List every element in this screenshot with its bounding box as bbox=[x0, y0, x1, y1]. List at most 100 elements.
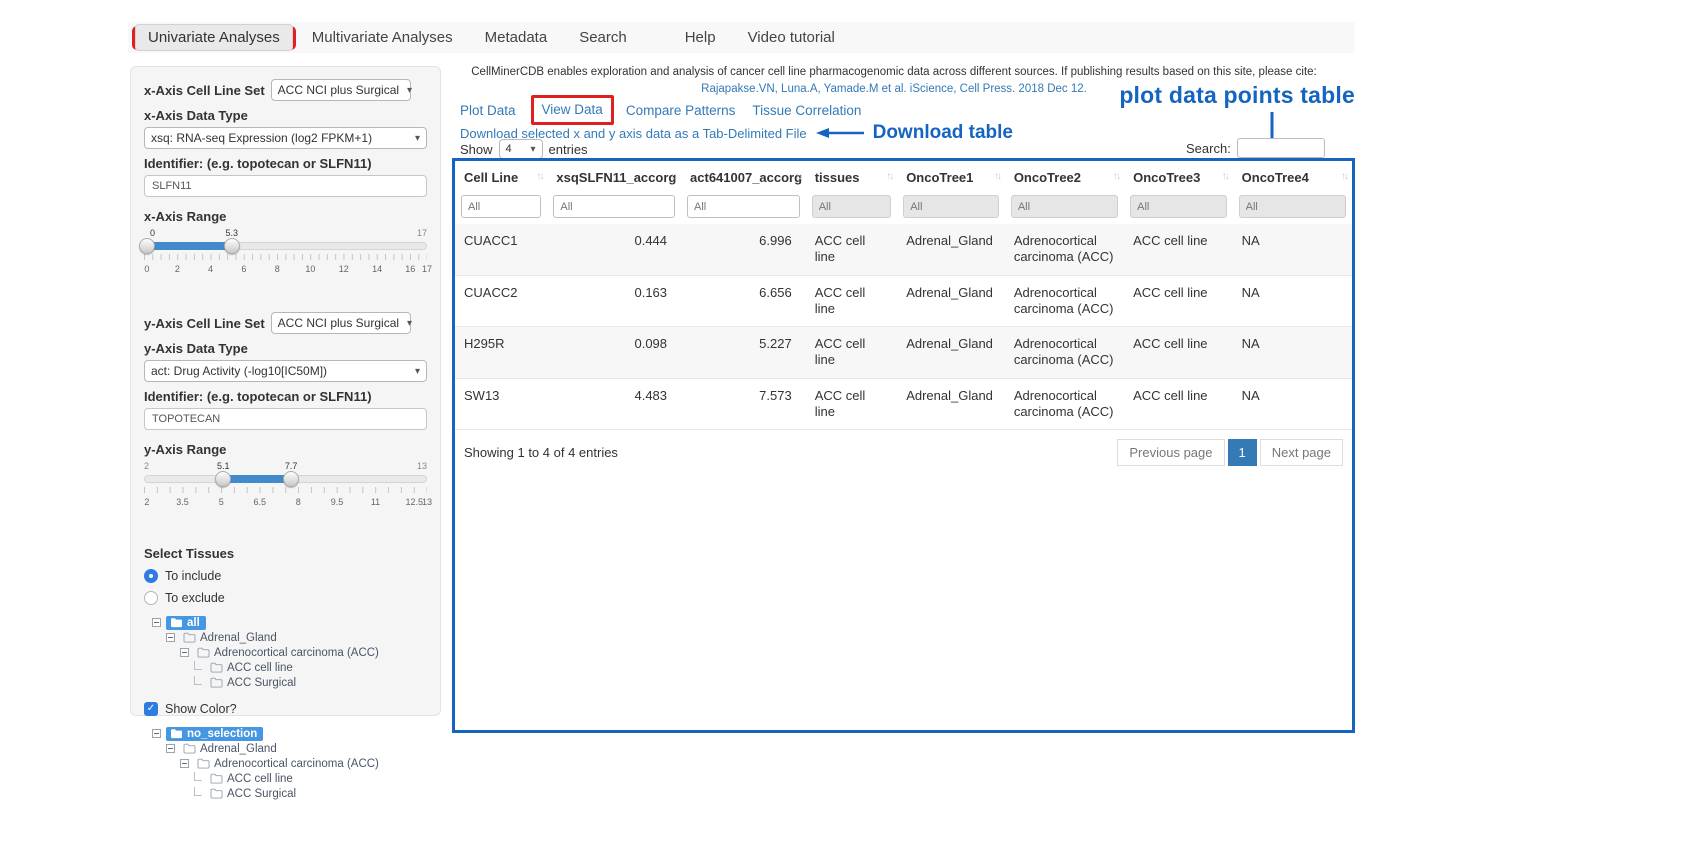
y-axis-range-slider: 2 5.1 7.7 13 2 3.5 5 6.5 8 9.5 11 12.5 1… bbox=[144, 461, 427, 513]
filter-input-act641007[interactable] bbox=[687, 195, 800, 218]
x-axis-range-slider: 0 5.3 17 0 2 4 6 8 10 12 14 16 17 bbox=[144, 228, 427, 280]
filter-input-oncotree2[interactable] bbox=[1011, 195, 1118, 218]
tab-compare-patterns[interactable]: Compare Patterns bbox=[626, 103, 736, 118]
tree-expander-icon[interactable] bbox=[180, 759, 189, 768]
filter-input-oncotree1[interactable] bbox=[903, 195, 999, 218]
tree-node-all[interactable]: all bbox=[166, 616, 206, 630]
column-header-oncotree2[interactable]: OncoTree2↑↓ bbox=[1005, 161, 1124, 192]
page-1-button[interactable]: 1 bbox=[1228, 439, 1257, 466]
folder-icon bbox=[170, 728, 183, 739]
tree-expander-icon[interactable] bbox=[152, 729, 161, 738]
nav-item-search[interactable]: Search bbox=[563, 29, 643, 46]
sort-icon[interactable]: ↑↓ bbox=[1341, 171, 1347, 182]
tree-node-acc-cell-line[interactable]: ACC cell line bbox=[207, 773, 296, 785]
nav-item-univariate-analyses[interactable]: Univariate Analyses bbox=[135, 24, 293, 51]
filter-input-xsqslfn11[interactable] bbox=[553, 195, 675, 218]
previous-page-button[interactable]: Previous page bbox=[1117, 439, 1224, 466]
tree-leaf-connector bbox=[194, 787, 202, 796]
y-range-to-value: 7.7 bbox=[283, 461, 300, 471]
tab-plot-data[interactable]: Plot Data bbox=[460, 103, 516, 118]
show-color-option[interactable]: ✓ Show Color? bbox=[144, 702, 427, 716]
filter-input-cell-line[interactable] bbox=[461, 195, 541, 218]
folder-icon bbox=[210, 677, 223, 688]
tree-node-acc-carcinoma[interactable]: Adrenocortical carcinoma (ACC) bbox=[194, 758, 382, 770]
sort-icon[interactable]: ↑↓ bbox=[1222, 171, 1228, 182]
tab-view-data[interactable]: View Data bbox=[542, 102, 603, 117]
slider-tick-label: 8 bbox=[275, 264, 280, 274]
filter-input-tissues[interactable] bbox=[812, 195, 891, 218]
radio-unselected-icon[interactable] bbox=[144, 591, 158, 605]
radio-selected-icon[interactable] bbox=[144, 569, 158, 583]
slider-tick-label: 6.5 bbox=[253, 497, 266, 507]
sort-icon[interactable]: ↑↓ bbox=[994, 171, 1000, 182]
tree-node-acc-cell-line[interactable]: ACC cell line bbox=[207, 662, 296, 674]
y-axis-cell-line-set-select[interactable]: ACC NCI plus Surgical ▾ bbox=[271, 312, 411, 334]
tree-expander-icon[interactable] bbox=[166, 633, 175, 642]
annotation-left-arrow bbox=[816, 127, 864, 139]
table-row[interactable]: SW13 4.483 7.573 ACC cell line Adrenal_G… bbox=[455, 378, 1352, 430]
tree-node-acc-surgical[interactable]: ACC Surgical bbox=[207, 788, 299, 800]
page-length-select[interactable]: 4 ▾ bbox=[499, 139, 543, 159]
slider-tick-label: 3.5 bbox=[176, 497, 189, 507]
column-header-tissues[interactable]: tissues↑↓ bbox=[806, 161, 897, 192]
nav-item-multivariate-analyses[interactable]: Multivariate Analyses bbox=[296, 29, 469, 46]
table-search-input[interactable] bbox=[1237, 138, 1325, 158]
table-info-text: Showing 1 to 4 of 4 entries bbox=[464, 445, 618, 460]
x-axis-cell-line-set-label: x-Axis Cell Line Set bbox=[144, 83, 265, 98]
controls-sidebar: x-Axis Cell Line Set ACC NCI plus Surgic… bbox=[130, 66, 441, 716]
tree-node-adrenal-gland[interactable]: Adrenal_Gland bbox=[180, 743, 280, 755]
column-header-cell-line[interactable]: Cell Line↑↓ bbox=[455, 161, 547, 192]
red-annotation-box-univariate: Univariate Analyses bbox=[132, 26, 296, 50]
sort-icon[interactable]: ↑↓ bbox=[1113, 171, 1119, 182]
tree-node-no-selection[interactable]: no_selection bbox=[166, 727, 263, 741]
entries-label: entries bbox=[549, 142, 588, 157]
table-row[interactable]: H295R 0.098 5.227 ACC cell line Adrenal_… bbox=[455, 327, 1352, 379]
nav-item-help[interactable]: Help bbox=[669, 29, 732, 46]
x-range-from-value: 0 bbox=[148, 228, 157, 238]
folder-icon bbox=[197, 758, 210, 769]
tree-node-acc-carcinoma[interactable]: Adrenocortical carcinoma (ACC) bbox=[194, 647, 382, 659]
x-range-to-value: 5.3 bbox=[223, 228, 240, 238]
y-axis-data-type-select[interactable]: act: Drug Activity (-log10[IC50M]) ▾ bbox=[144, 360, 427, 382]
x-range-to-handle[interactable] bbox=[224, 238, 240, 254]
tree-leaf-connector bbox=[194, 772, 202, 781]
column-header-oncotree1[interactable]: OncoTree1↑↓ bbox=[897, 161, 1005, 192]
sort-icon[interactable]: ↑↓ bbox=[536, 171, 542, 182]
x-axis-data-type-label: x-Axis Data Type bbox=[144, 108, 427, 123]
tissues-exclude-option[interactable]: To exclude bbox=[144, 591, 427, 605]
y-axis-identifier-input[interactable] bbox=[144, 408, 427, 430]
x-axis-identifier-input[interactable] bbox=[144, 175, 427, 197]
next-page-button[interactable]: Next page bbox=[1260, 439, 1343, 466]
sort-icon[interactable]: ↑↓ bbox=[670, 171, 676, 182]
tree-node-adrenal-gland[interactable]: Adrenal_Gland bbox=[180, 632, 280, 644]
slider-tick-label: 9.5 bbox=[331, 497, 344, 507]
filter-input-oncotree3[interactable] bbox=[1130, 195, 1227, 218]
tab-tissue-correlation[interactable]: Tissue Correlation bbox=[752, 103, 861, 118]
nav-item-video-tutorial[interactable]: Video tutorial bbox=[732, 29, 851, 46]
x-axis-data-type-select[interactable]: xsq: RNA-seq Expression (log2 FPKM+1) ▾ bbox=[144, 127, 427, 149]
y-range-to-handle[interactable] bbox=[283, 471, 299, 487]
column-header-xsqslfn11[interactable]: xsqSLFN11_accorg↑↓ bbox=[547, 161, 681, 192]
table-row[interactable]: CUACC1 0.444 6.996 ACC cell line Adrenal… bbox=[455, 224, 1352, 275]
nav-item-metadata[interactable]: Metadata bbox=[469, 29, 564, 46]
tree-expander-icon[interactable] bbox=[166, 744, 175, 753]
tree-node-acc-surgical[interactable]: ACC Surgical bbox=[207, 677, 299, 689]
table-row[interactable]: CUACC2 0.163 6.656 ACC cell line Adrenal… bbox=[455, 275, 1352, 327]
tree-expander-icon[interactable] bbox=[180, 648, 189, 657]
filter-input-oncotree4[interactable] bbox=[1239, 195, 1346, 218]
x-axis-cell-line-set-select[interactable]: ACC NCI plus Surgical ▾ bbox=[271, 79, 411, 101]
column-header-oncotree3[interactable]: OncoTree3↑↓ bbox=[1124, 161, 1233, 192]
tree-expander-icon[interactable] bbox=[152, 618, 161, 627]
citation-link-authors[interactable]: Rajapakse.VN, Luna.A, Yamade.M bbox=[701, 83, 878, 95]
folder-icon bbox=[183, 632, 196, 643]
sort-icon[interactable]: ↑↓ bbox=[886, 171, 892, 182]
column-header-act641007[interactable]: act641007_accorg↑↓ bbox=[681, 161, 806, 192]
checkbox-checked-icon[interactable]: ✓ bbox=[144, 702, 158, 716]
sort-icon[interactable]: ↑↓ bbox=[795, 171, 801, 182]
x-range-from-handle[interactable] bbox=[139, 238, 155, 254]
column-header-oncotree4[interactable]: OncoTree4↑↓ bbox=[1233, 161, 1352, 192]
table-filter-row bbox=[455, 192, 1352, 224]
slider-tick-label: 5 bbox=[219, 497, 224, 507]
tissues-include-option[interactable]: To include bbox=[144, 569, 427, 583]
y-range-from-handle[interactable] bbox=[215, 471, 231, 487]
